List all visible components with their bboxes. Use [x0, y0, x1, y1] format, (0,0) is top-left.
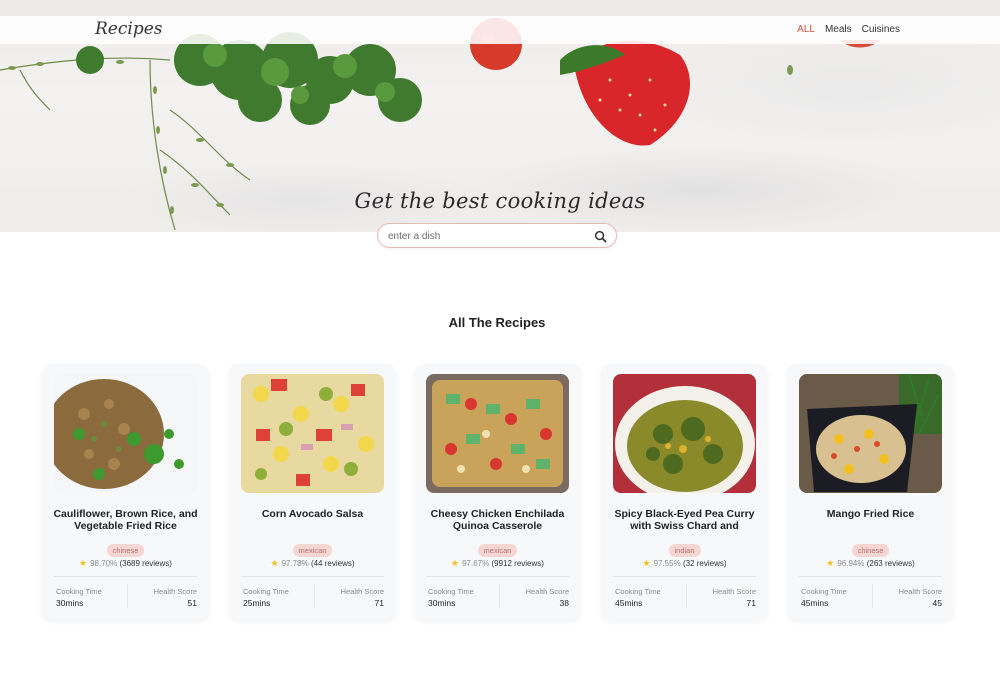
- review-count: (44 reviews): [310, 559, 355, 568]
- health-score-label: Health Score: [153, 587, 197, 596]
- recipe-image[interactable]: [426, 374, 569, 493]
- recipe-rating: ★ 98.70% (3689 reviews): [42, 558, 209, 569]
- review-count: (32 reviews): [682, 559, 727, 568]
- search-bar: [377, 223, 617, 248]
- cooking-time-value: 30mins: [428, 598, 456, 608]
- rating-percent: 97.55%: [653, 559, 681, 568]
- review-count: (3689 reviews): [119, 559, 172, 568]
- health-score-value: 38: [559, 598, 569, 608]
- cuisine-tag[interactable]: mexican: [292, 544, 333, 557]
- cooking-time-value: 30mins: [56, 598, 84, 608]
- review-count: (263 reviews): [866, 559, 915, 568]
- brand-logo[interactable]: Recipes: [95, 19, 163, 39]
- star-icon: ★: [826, 558, 835, 568]
- rating-percent: 97.78%: [281, 559, 309, 568]
- cooking-time-label: Cooking Time: [801, 587, 847, 596]
- health-score-label: Health Score: [898, 587, 942, 596]
- health-score-value: 71: [374, 598, 384, 608]
- recipe-image[interactable]: [54, 374, 197, 493]
- star-icon: ★: [642, 558, 651, 568]
- health-score-value: 45: [932, 598, 942, 608]
- stat-divider: [127, 584, 128, 608]
- hero-banner: Recipes ALL Meals Cuisines Get the best …: [0, 0, 1000, 232]
- cuisine-tag[interactable]: indian: [668, 544, 701, 557]
- search-icon[interactable]: [594, 230, 607, 243]
- stat-divider: [499, 584, 500, 608]
- main-nav: ALL Meals Cuisines: [797, 24, 900, 35]
- cuisine-tag[interactable]: mexican: [477, 544, 518, 557]
- divider: [426, 576, 569, 577]
- cooking-time-value: 45mins: [801, 598, 829, 608]
- recipe-card[interactable]: Spicy Black-Eyed Pea Curry with Swiss Ch…: [601, 364, 768, 620]
- nav-item-meals[interactable]: Meals: [825, 24, 852, 35]
- cuisine-tag[interactable]: chinese: [106, 544, 145, 557]
- rating-percent: 96.94%: [837, 559, 865, 568]
- star-icon: ★: [270, 558, 279, 568]
- divider: [54, 576, 197, 577]
- cooking-time-value: 45mins: [615, 598, 643, 608]
- nav-item-cuisines[interactable]: Cuisines: [862, 24, 900, 35]
- star-icon: ★: [79, 558, 88, 568]
- cooking-time-label: Cooking Time: [56, 587, 102, 596]
- recipe-title[interactable]: Mango Fried Rice: [795, 508, 946, 532]
- divider: [241, 576, 384, 577]
- recipe-title[interactable]: Cauliflower, Brown Rice, and Vegetable F…: [50, 508, 201, 532]
- cooking-time-label: Cooking Time: [428, 587, 474, 596]
- cooking-time-value: 25mins: [243, 598, 271, 608]
- recipe-card[interactable]: Cheesy Chicken Enchilada Quinoa Casserol…: [414, 364, 581, 620]
- cooking-time-label: Cooking Time: [615, 587, 661, 596]
- recipe-card[interactable]: Mango Fried Rice chinese ★ 96.94% (263 re…: [787, 364, 954, 620]
- health-score-label: Health Score: [340, 587, 384, 596]
- recipe-title[interactable]: Cheesy Chicken Enchilada Quinoa Casserol…: [422, 508, 573, 532]
- recipe-image[interactable]: [613, 374, 756, 493]
- recipe-card[interactable]: Corn Avocado Salsa mexican ★ 97.78% (44 r…: [229, 364, 396, 620]
- rating-percent: 98.70%: [90, 559, 118, 568]
- review-count: (9912 reviews): [491, 559, 544, 568]
- stat-divider: [872, 584, 873, 608]
- recipe-rating: ★ 96.94% (263 reviews): [787, 558, 954, 569]
- stat-divider: [314, 584, 315, 608]
- recipe-rating: ★ 97.55% (32 reviews): [601, 558, 768, 569]
- recipe-card[interactable]: Cauliflower, Brown Rice, and Vegetable F…: [42, 364, 209, 620]
- health-score-label: Health Score: [525, 587, 569, 596]
- nav-item-all[interactable]: ALL: [797, 24, 815, 35]
- recipe-title[interactable]: Spicy Black-Eyed Pea Curry with Swiss Ch…: [609, 508, 760, 532]
- recipe-image[interactable]: [241, 374, 384, 493]
- cuisine-tag[interactable]: chinese: [851, 544, 890, 557]
- rating-percent: 97.67%: [462, 559, 490, 568]
- recipe-rating: ★ 97.67% (9912 reviews): [414, 558, 581, 569]
- health-score-label: Health Score: [712, 587, 756, 596]
- stat-divider: [686, 584, 687, 608]
- recipe-image[interactable]: [799, 374, 942, 493]
- divider: [799, 576, 942, 577]
- recipe-title[interactable]: Corn Avocado Salsa: [237, 508, 388, 532]
- cooking-time-label: Cooking Time: [243, 587, 289, 596]
- health-score-value: 51: [187, 598, 197, 608]
- section-title: All The Recipes: [448, 315, 546, 330]
- hero-headline: Get the best cooking ideas: [354, 189, 646, 213]
- recipe-rating: ★ 97.78% (44 reviews): [229, 558, 396, 569]
- star-icon: ★: [451, 558, 460, 568]
- divider: [613, 576, 756, 577]
- search-input[interactable]: [388, 228, 588, 244]
- health-score-value: 71: [746, 598, 756, 608]
